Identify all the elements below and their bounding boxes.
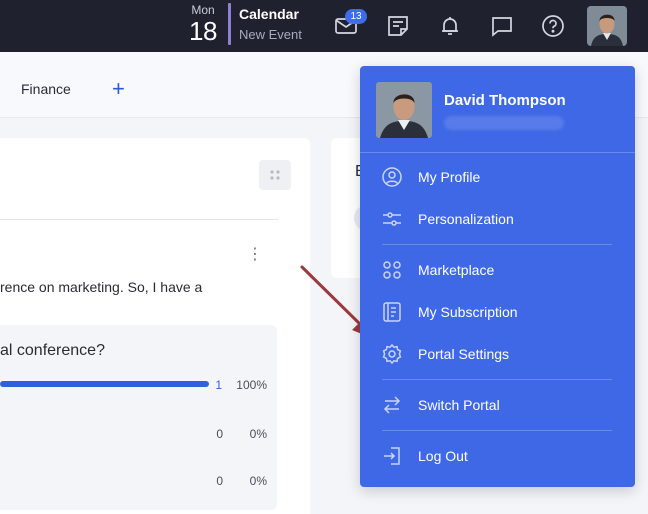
menu-item-switch-portal[interactable]: Switch Portal	[360, 387, 635, 423]
poll-option-percent: 0%	[249, 474, 267, 488]
menu-divider	[382, 430, 612, 431]
profile-dropdown: David Thompson My Profile Personalizatio…	[360, 66, 635, 487]
date-weekday: Mon	[191, 3, 215, 17]
grid-circles-icon	[381, 259, 403, 281]
tab-finance[interactable]: Finance	[21, 81, 71, 97]
poll-option-bar	[0, 381, 209, 387]
menu-item-label: Switch Portal	[418, 397, 500, 413]
subscription-icon	[381, 301, 403, 323]
menu-user-email-blurred	[444, 116, 564, 130]
menu-divider	[382, 244, 612, 245]
notes-icon[interactable]	[385, 13, 411, 39]
menu-user-name: David Thompson	[444, 92, 566, 109]
sliders-icon	[381, 208, 403, 230]
switch-arrows-icon	[381, 394, 403, 416]
user-circle-icon	[381, 166, 403, 188]
menu-item-marketplace[interactable]: Marketplace	[360, 252, 635, 288]
menu-item-my-profile[interactable]: My Profile	[360, 159, 635, 195]
chat-icon[interactable]	[489, 13, 515, 39]
date-widget[interactable]: Mon 18	[186, 3, 220, 45]
logout-icon	[381, 445, 403, 467]
poll-option-count: 0	[216, 427, 223, 441]
add-tab-button[interactable]: +	[112, 78, 125, 100]
menu-item-portal-settings[interactable]: Portal Settings	[360, 336, 635, 372]
drag-handle-icon[interactable]	[259, 160, 291, 190]
card-divider	[0, 219, 278, 220]
menu-divider	[360, 152, 635, 153]
user-avatar[interactable]	[587, 6, 627, 46]
poll-option-percent: 100%	[236, 378, 267, 392]
menu-avatar	[376, 82, 432, 138]
menu-item-label: Marketplace	[418, 262, 495, 278]
menu-item-label: My Profile	[418, 169, 481, 185]
mail-badge: 13	[345, 9, 367, 24]
post-text: rence on marketing. So, I have a	[0, 279, 203, 295]
poll-option-percent: 0%	[249, 427, 267, 441]
menu-item-label: Personalization	[418, 211, 514, 227]
help-icon[interactable]	[540, 13, 566, 39]
date-day: 18	[189, 16, 217, 46]
menu-item-label: Portal Settings	[418, 346, 510, 362]
new-event-link[interactable]: New Event	[239, 27, 302, 43]
poll-option-count: 1	[215, 378, 222, 392]
date-divider	[228, 3, 231, 45]
poll-option-count: 0	[216, 474, 223, 488]
menu-item-label: My Subscription	[418, 304, 518, 320]
menu-item-log-out[interactable]: Log Out	[360, 438, 635, 474]
menu-item-label: Log Out	[418, 448, 468, 464]
calendar-title: Calendar	[239, 6, 299, 22]
calendar-widget[interactable]: Calendar New Event	[239, 6, 302, 43]
menu-item-my-subscription[interactable]: My Subscription	[360, 294, 635, 330]
top-bar: Mon 18 Calendar New Event 13	[0, 0, 648, 52]
poll-question: al conference?	[0, 342, 105, 359]
menu-divider	[382, 379, 612, 380]
menu-item-personalization[interactable]: Personalization	[360, 201, 635, 237]
bell-icon[interactable]	[437, 13, 463, 39]
gear-icon	[381, 343, 403, 365]
more-options-icon[interactable]: ⋮	[247, 246, 263, 264]
